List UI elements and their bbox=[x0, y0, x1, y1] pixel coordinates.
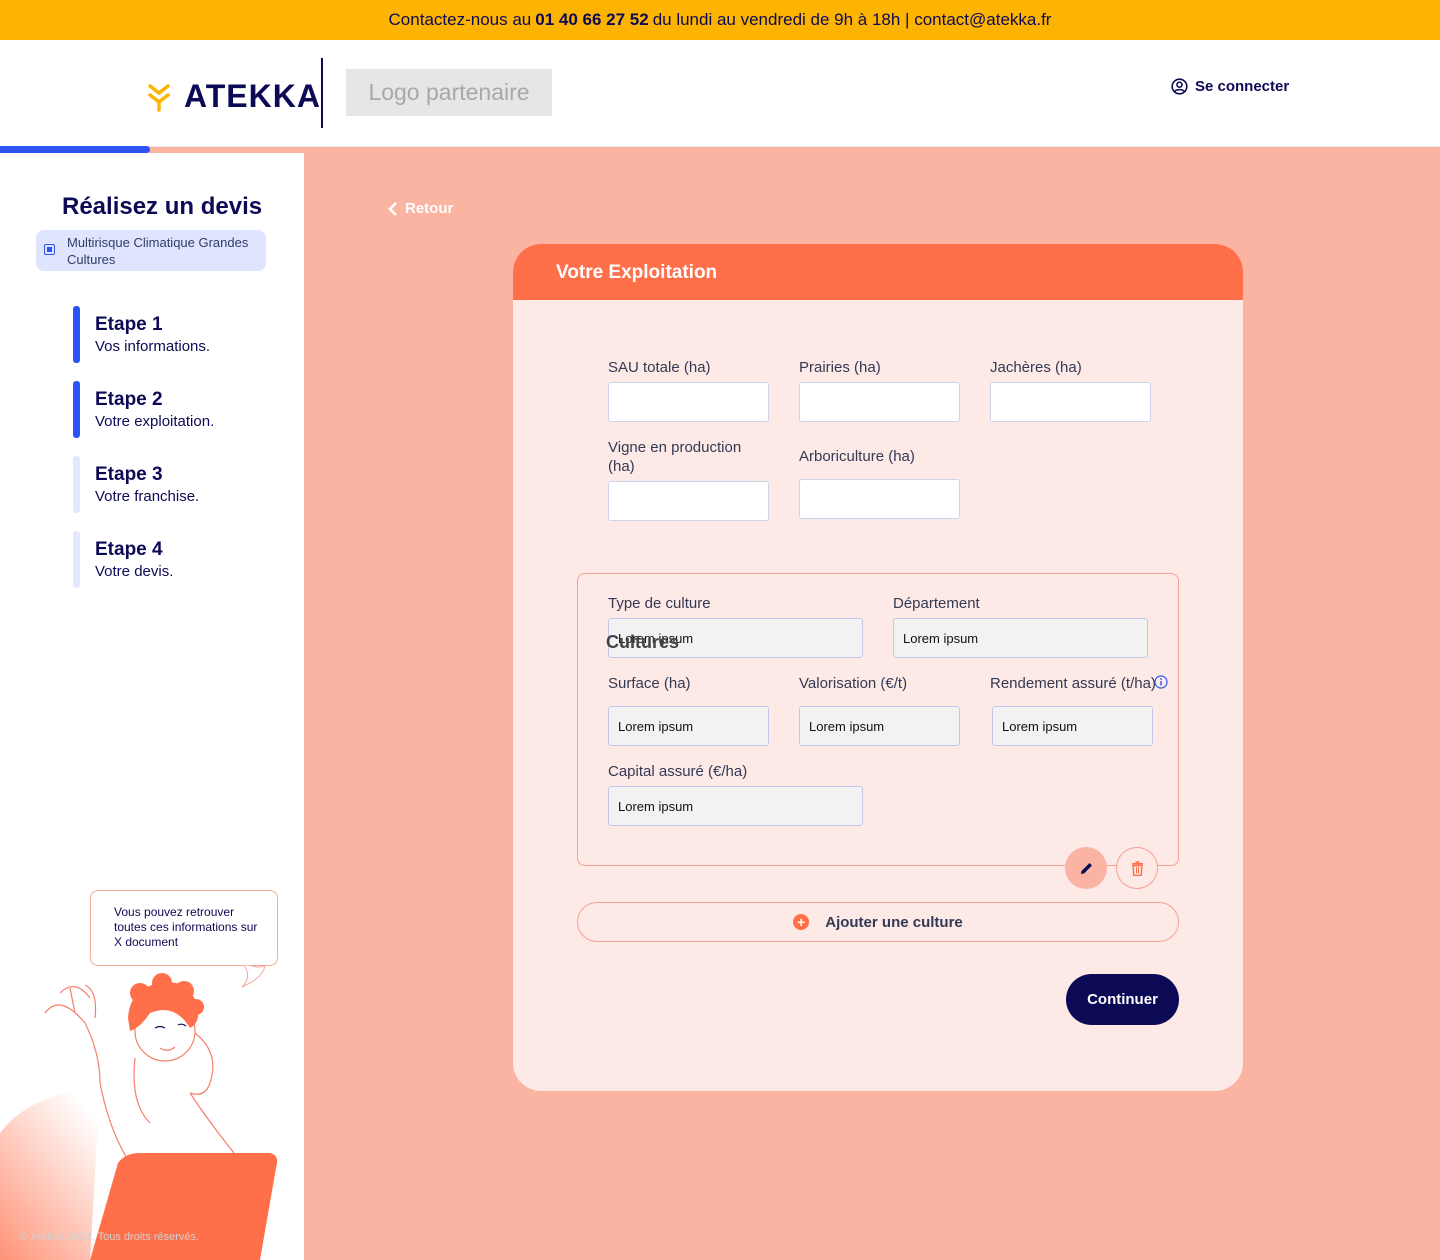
back-link[interactable]: Retour bbox=[388, 200, 453, 217]
add-culture-button[interactable]: + Ajouter une culture bbox=[577, 902, 1179, 942]
product-label: Multirisque Climatique Grandes Cultures bbox=[67, 235, 249, 267]
prairies-label: Prairies (ha) bbox=[799, 359, 881, 376]
capital-input[interactable] bbox=[608, 786, 863, 826]
sau-label: SAU totale (ha) bbox=[608, 359, 711, 376]
add-culture-label: Ajouter une culture bbox=[825, 913, 963, 931]
departement-label: Département bbox=[893, 595, 980, 612]
departement-input[interactable] bbox=[893, 618, 1148, 658]
copyright: © Atekka 2023. Tous droits réservés. bbox=[20, 1231, 200, 1243]
continue-button[interactable]: Continuer bbox=[1066, 974, 1179, 1025]
sau-input[interactable] bbox=[608, 382, 769, 422]
site-header: ATEKKA Logo partenaire Se connecter bbox=[0, 40, 1440, 147]
user-circle-icon bbox=[1171, 78, 1188, 95]
exploitation-card: Votre Exploitation SAU totale (ha) Prair… bbox=[513, 244, 1243, 1091]
step-title: Etape 4 bbox=[95, 539, 163, 560]
step-subtitle: Votre franchise. bbox=[95, 488, 200, 505]
plus-circle-icon: + bbox=[793, 914, 810, 930]
step-2[interactable]: Etape 2 Votre exploitation. bbox=[73, 381, 273, 438]
type-culture-label: Type de culture bbox=[608, 595, 711, 612]
logo-wordmark: ATEKKA bbox=[184, 78, 321, 114]
vigne-label: Vigne en production (ha) bbox=[608, 439, 742, 475]
trash-icon bbox=[1131, 860, 1143, 876]
step-title: Etape 2 bbox=[95, 389, 163, 410]
atekka-logo-icon bbox=[148, 83, 170, 112]
sidebar-title: Réalisez un devis bbox=[62, 193, 263, 220]
valorisation-label: Valorisation (€/t) bbox=[799, 675, 908, 692]
contact-prefix: Contactez-nous au bbox=[388, 10, 532, 29]
step-4[interactable]: Etape 4 Votre devis. bbox=[73, 531, 273, 588]
step-subtitle: Votre exploitation. bbox=[95, 413, 215, 430]
progress-bar bbox=[0, 146, 150, 153]
logo-divider bbox=[321, 58, 323, 128]
login-label: Se connecter bbox=[1195, 78, 1290, 95]
prairies-input[interactable] bbox=[799, 382, 960, 422]
card-title: Votre Exploitation bbox=[556, 262, 718, 283]
rendement-input[interactable] bbox=[992, 706, 1153, 746]
partner-logo: Logo partenaire bbox=[346, 69, 552, 116]
step-title: Etape 1 bbox=[95, 314, 163, 335]
capital-label: Capital assuré (€/ha) bbox=[608, 763, 748, 780]
arbo-input[interactable] bbox=[799, 479, 960, 519]
jacheres-input[interactable] bbox=[990, 382, 1151, 422]
contact-phone[interactable]: 01 40 66 27 52 bbox=[535, 10, 648, 30]
step-title: Etape 3 bbox=[95, 464, 163, 485]
help-bubble: Vous pouvez retrouver toutes ces informa… bbox=[90, 890, 278, 966]
contact-banner: Contactez-nous au 01 40 66 27 52 du lund… bbox=[0, 0, 1440, 40]
product-badge[interactable]: Multirisque Climatique Grandes Cultures bbox=[36, 230, 266, 271]
step-subtitle: Votre devis. bbox=[95, 563, 174, 580]
back-label: Retour bbox=[405, 200, 454, 217]
jacheres-label: Jachères (ha) bbox=[990, 359, 1082, 376]
step-1[interactable]: Etape 1 Vos informations. bbox=[73, 306, 273, 363]
atekka-logo[interactable]: ATEKKA bbox=[148, 78, 321, 115]
delete-culture-button[interactable] bbox=[1116, 847, 1158, 889]
chevron-left-icon bbox=[388, 201, 397, 216]
cultures-legend: Cultures bbox=[606, 632, 680, 652]
surface-label: Surface (ha) bbox=[608, 675, 691, 692]
pencil-icon bbox=[1080, 862, 1092, 874]
edit-culture-button[interactable] bbox=[1065, 847, 1107, 889]
vigne-input[interactable] bbox=[608, 481, 769, 521]
sidebar: Réalisez un devis Multirisque Climatique… bbox=[0, 153, 304, 1260]
info-icon[interactable] bbox=[1154, 675, 1168, 689]
surface-input[interactable] bbox=[608, 706, 769, 746]
step-subtitle: Vos informations. bbox=[95, 338, 211, 355]
product-checkbox-icon bbox=[44, 244, 55, 255]
contact-suffix: du lundi au vendredi de 9h à 18h | conta… bbox=[652, 10, 1052, 29]
valorisation-input[interactable] bbox=[799, 706, 960, 746]
arbo-label: Arboriculture (ha) bbox=[799, 448, 915, 465]
step-3[interactable]: Etape 3 Votre franchise. bbox=[73, 456, 273, 513]
person-illustration bbox=[0, 973, 304, 1260]
login-link[interactable]: Se connecter bbox=[1171, 78, 1289, 95]
rendement-label: Rendement assuré (t/ha) bbox=[990, 675, 1156, 692]
